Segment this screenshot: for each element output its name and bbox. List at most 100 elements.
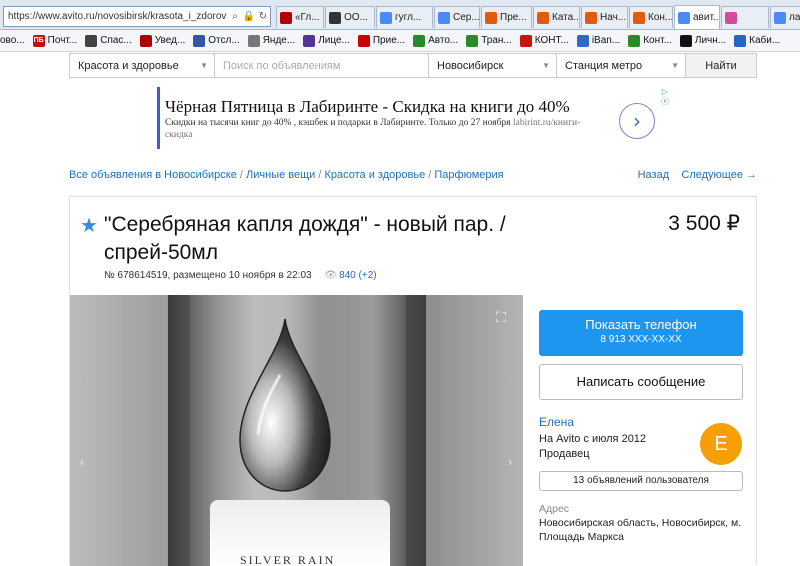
search-input[interactable]: Поиск по объявлениям — [215, 54, 429, 77]
chevron-right-icon: › — [633, 109, 641, 133]
bookmark-favicon-icon — [576, 34, 589, 47]
browser-tab[interactable]: Ката... — [533, 6, 580, 28]
ad-banner[interactable]: Чёрная Пятница в Лабиринте - Скидка на к… — [157, 87, 675, 149]
breadcrumb: Все объявления в Новосибирске / Личные в… — [69, 169, 504, 181]
bookmark-item[interactable]: Спас... — [85, 34, 132, 47]
address-bar[interactable]: https://www.avito.ru/novosibirsk/krasota… — [3, 6, 271, 27]
category-select[interactable]: Красота и здоровье ▼ — [70, 54, 215, 77]
bookmark-item[interactable]: Личн... — [679, 34, 727, 47]
browser-tab[interactable]: ОО... — [325, 6, 375, 28]
view-count[interactable]: 👁 840 (+2) — [324, 270, 376, 281]
listing-title: "Серебряная капля дождя" - новый пар. /с… — [104, 213, 506, 264]
bookmark-favicon-icon — [679, 34, 692, 47]
bookmark-item[interactable]: Увед... — [139, 34, 185, 47]
bookmark-item[interactable]: Каби... — [734, 34, 780, 47]
bookmark-favicon-icon — [628, 34, 641, 47]
write-message-button[interactable]: Написать сообщение — [539, 364, 743, 400]
bookmark-item[interactable]: ПБ Почт... — [32, 34, 78, 47]
ad-arrow-button[interactable]: › — [619, 103, 655, 139]
fullscreen-icon[interactable]: ⛶ — [491, 309, 511, 329]
bookmark-label: Конт... — [643, 35, 672, 46]
bookmark-item[interactable]: iBan... — [576, 34, 620, 47]
view-count-value: 840 (+2) — [339, 270, 377, 281]
seller-type: Продавец — [539, 448, 590, 460]
favorite-star-icon[interactable]: ★ — [80, 213, 98, 238]
breadcrumb-item[interactable]: Парфюмерия — [434, 169, 503, 181]
bookmark-item[interactable]: Приe... — [357, 34, 405, 47]
tab-favicon-icon — [774, 11, 786, 24]
tab-label: Нач... — [600, 12, 627, 23]
bookmarks-bar: ово... ПБ Почт... Спас... Увед... Отсл... Янде… — [0, 30, 800, 52]
listing-card: ★ "Серебряная капля дождя" - новый пар. … — [69, 196, 757, 566]
metro-select[interactable]: Станция метро ▼ — [557, 54, 686, 77]
bottle-label: SILVER RAIN — [240, 553, 336, 566]
bookmark-item[interactable]: Отсл... — [193, 34, 240, 47]
bookmark-favicon-icon — [357, 34, 370, 47]
browser-tab[interactable] — [721, 6, 769, 28]
avatar[interactable]: Е — [700, 423, 742, 465]
eye-icon: 👁 — [324, 270, 338, 281]
bookmark-label: Личн... — [694, 35, 727, 46]
lock-icon: 🔒 — [242, 11, 256, 22]
seller-name[interactable]: Елена — [539, 415, 646, 430]
back-link[interactable]: Назад — [638, 169, 670, 181]
show-phone-label: Показать телефон — [585, 317, 697, 332]
bookmark-item[interactable]: Конт... — [628, 34, 672, 47]
perfume-drop-bottle — [239, 318, 331, 492]
breadcrumb-item[interactable]: Все объявления в Новосибирске — [69, 169, 237, 181]
tab-favicon-icon — [678, 11, 690, 24]
browser-tab[interactable]: ла п... — [770, 6, 800, 28]
bookmark-label: Лице... — [318, 35, 350, 46]
chevron-left-icon[interactable]: ‹ — [80, 455, 84, 469]
tab-favicon-icon — [585, 11, 597, 24]
next-link[interactable]: Следующее → — [681, 169, 757, 181]
breadcrumb-item[interactable]: Красота и здоровье — [325, 169, 426, 181]
tab-label: ОО... — [344, 12, 368, 23]
city-select-value: Новосибирск — [437, 59, 504, 72]
tab-favicon-icon — [633, 11, 645, 24]
browser-tab[interactable]: Сер... — [434, 6, 480, 28]
browser-tab[interactable]: Пре... — [481, 6, 532, 28]
bookmark-item[interactable]: Авто... — [413, 34, 458, 47]
photo-gallery[interactable]: SILVER RAIN ‹ › ⛶ — [70, 295, 523, 566]
browser-tab[interactable]: «Гл... — [276, 6, 324, 28]
tab-label: гугл... — [395, 12, 422, 23]
browser-tab[interactable]: гугл... — [376, 6, 433, 28]
bookmark-label: Отсл... — [208, 35, 240, 46]
listing-price: 3 500 ₽ — [668, 212, 740, 235]
tab-favicon-icon — [280, 11, 292, 24]
search-submit-button[interactable]: Найти — [686, 54, 756, 77]
browser-tab[interactable]: Кон... — [629, 6, 673, 28]
bookmark-item[interactable]: Лице... — [303, 34, 350, 47]
bookmark-label: ово... — [0, 35, 25, 46]
chevron-right-icon[interactable]: › — [508, 455, 512, 469]
tab-favicon-icon — [537, 11, 549, 24]
bookmark-favicon-icon — [193, 34, 206, 47]
bookmark-favicon-icon — [466, 34, 479, 47]
search-icon[interactable]: ⌕ — [228, 11, 242, 22]
tab-label: Пре... — [500, 12, 527, 23]
ad-info-icon[interactable]: ▷ ⓧ — [659, 87, 671, 107]
bookmark-label: КОНТ... — [534, 35, 569, 46]
bookmark-item[interactable]: КОНТ... — [519, 34, 569, 47]
tab-favicon-icon — [438, 11, 450, 24]
refresh-icon[interactable]: ↻ — [256, 11, 270, 22]
bookmark-favicon-icon — [85, 34, 98, 47]
chevron-down-icon: ▼ — [542, 61, 550, 70]
tab-favicon-icon — [380, 11, 392, 24]
seller-since: На Avito с июля 2012 — [539, 433, 647, 445]
bookmark-item[interactable]: ово... — [0, 35, 25, 46]
browser-tab[interactable]: авит...× — [674, 5, 720, 29]
tab-label: Кон... — [648, 12, 673, 23]
bookmark-favicon-icon: ПБ — [32, 34, 45, 47]
tab-label: Ката... — [552, 12, 580, 23]
bookmark-item[interactable]: Тран... — [466, 34, 512, 47]
city-select[interactable]: Новосибирск ▼ — [429, 54, 557, 77]
show-phone-button[interactable]: Показать телефон 8 913 XXX-XX-XX — [539, 310, 743, 356]
browser-tab[interactable]: Нач... — [581, 6, 628, 28]
bookmark-label: Почт... — [47, 35, 78, 46]
bookmark-item[interactable]: Янде... — [247, 34, 295, 47]
breadcrumb-item[interactable]: Личные вещи — [246, 169, 315, 181]
address-url[interactable]: https://www.avito.ru/novosibirsk/krasota… — [8, 11, 228, 22]
user-ads-button[interactable]: 13 объявлений пользователя — [539, 471, 743, 491]
